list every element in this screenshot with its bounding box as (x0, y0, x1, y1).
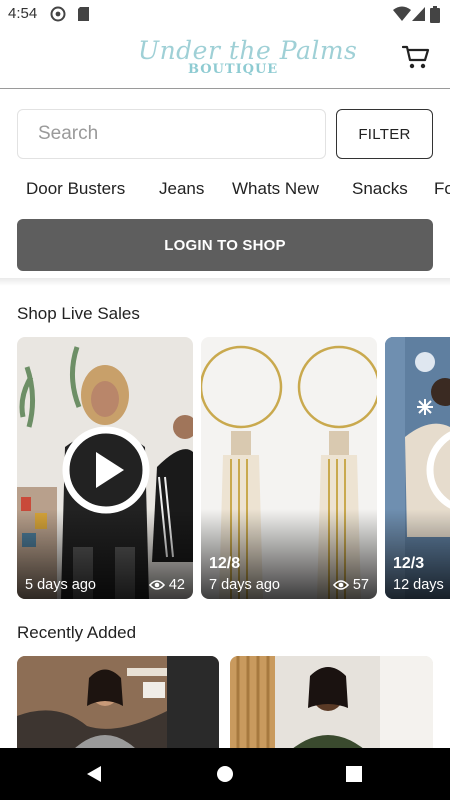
app-header: Under the Palms BOUTIQUE (0, 28, 450, 89)
live-sales-title: Shop Live Sales (17, 304, 140, 323)
live-sale-card[interactable]: 12/3 12 days (385, 337, 450, 599)
search-input[interactable]: Search (17, 109, 326, 159)
filter-button[interactable]: FILTER (336, 109, 433, 159)
system-nav-bar (0, 748, 450, 800)
brand-logo-subtitle: BOUTIQUE (188, 62, 279, 77)
category-whats-new[interactable]: Whats New (232, 179, 319, 199)
play-icon[interactable] (61, 425, 151, 515)
category-fo[interactable]: Fo (434, 179, 450, 199)
live-sale-card[interactable]: 12/8 7 days ago 57 (201, 337, 377, 599)
status-bar: 4:54 (0, 0, 450, 28)
home-icon[interactable] (216, 765, 234, 783)
search-placeholder: Search (38, 123, 99, 144)
eye-icon (148, 580, 165, 590)
category-snacks[interactable]: Snacks (352, 179, 408, 199)
card-date: 12/3 (393, 555, 425, 572)
wifi-icon (393, 6, 411, 21)
category-jeans[interactable]: Jeans (159, 179, 204, 199)
product-image (230, 656, 433, 756)
live-sale-card[interactable]: 5 days ago 42 (17, 337, 193, 599)
section-divider (0, 278, 450, 286)
eye-icon (332, 580, 349, 590)
card-views: 57 (332, 577, 369, 593)
category-door-busters[interactable]: Door Busters (26, 179, 125, 199)
card-time-ago: 12 days (393, 577, 444, 593)
recently-added-title: Recently Added (17, 623, 137, 642)
login-to-shop-button[interactable]: LOGIN TO SHOP (17, 219, 433, 271)
at-sign-icon (50, 6, 66, 22)
back-icon[interactable] (86, 765, 102, 783)
card-time-ago: 5 days ago (25, 577, 96, 593)
battery-icon (430, 6, 440, 23)
card-time-ago: 7 days ago (209, 577, 280, 593)
card-view-count: 57 (352, 577, 369, 593)
brand-logo: Under the Palms (138, 36, 358, 65)
status-time: 4:54 (8, 5, 38, 22)
sd-card-icon (78, 7, 89, 21)
product-card[interactable] (17, 656, 219, 756)
product-card[interactable] (230, 656, 433, 756)
recents-icon[interactable] (346, 766, 362, 782)
product-image (17, 656, 219, 756)
card-view-count: 42 (168, 577, 185, 593)
card-views: 42 (148, 577, 185, 593)
cart-icon[interactable] (402, 44, 430, 70)
play-icon[interactable] (425, 425, 450, 515)
card-date: 12/8 (209, 555, 241, 572)
signal-icon (412, 7, 425, 21)
